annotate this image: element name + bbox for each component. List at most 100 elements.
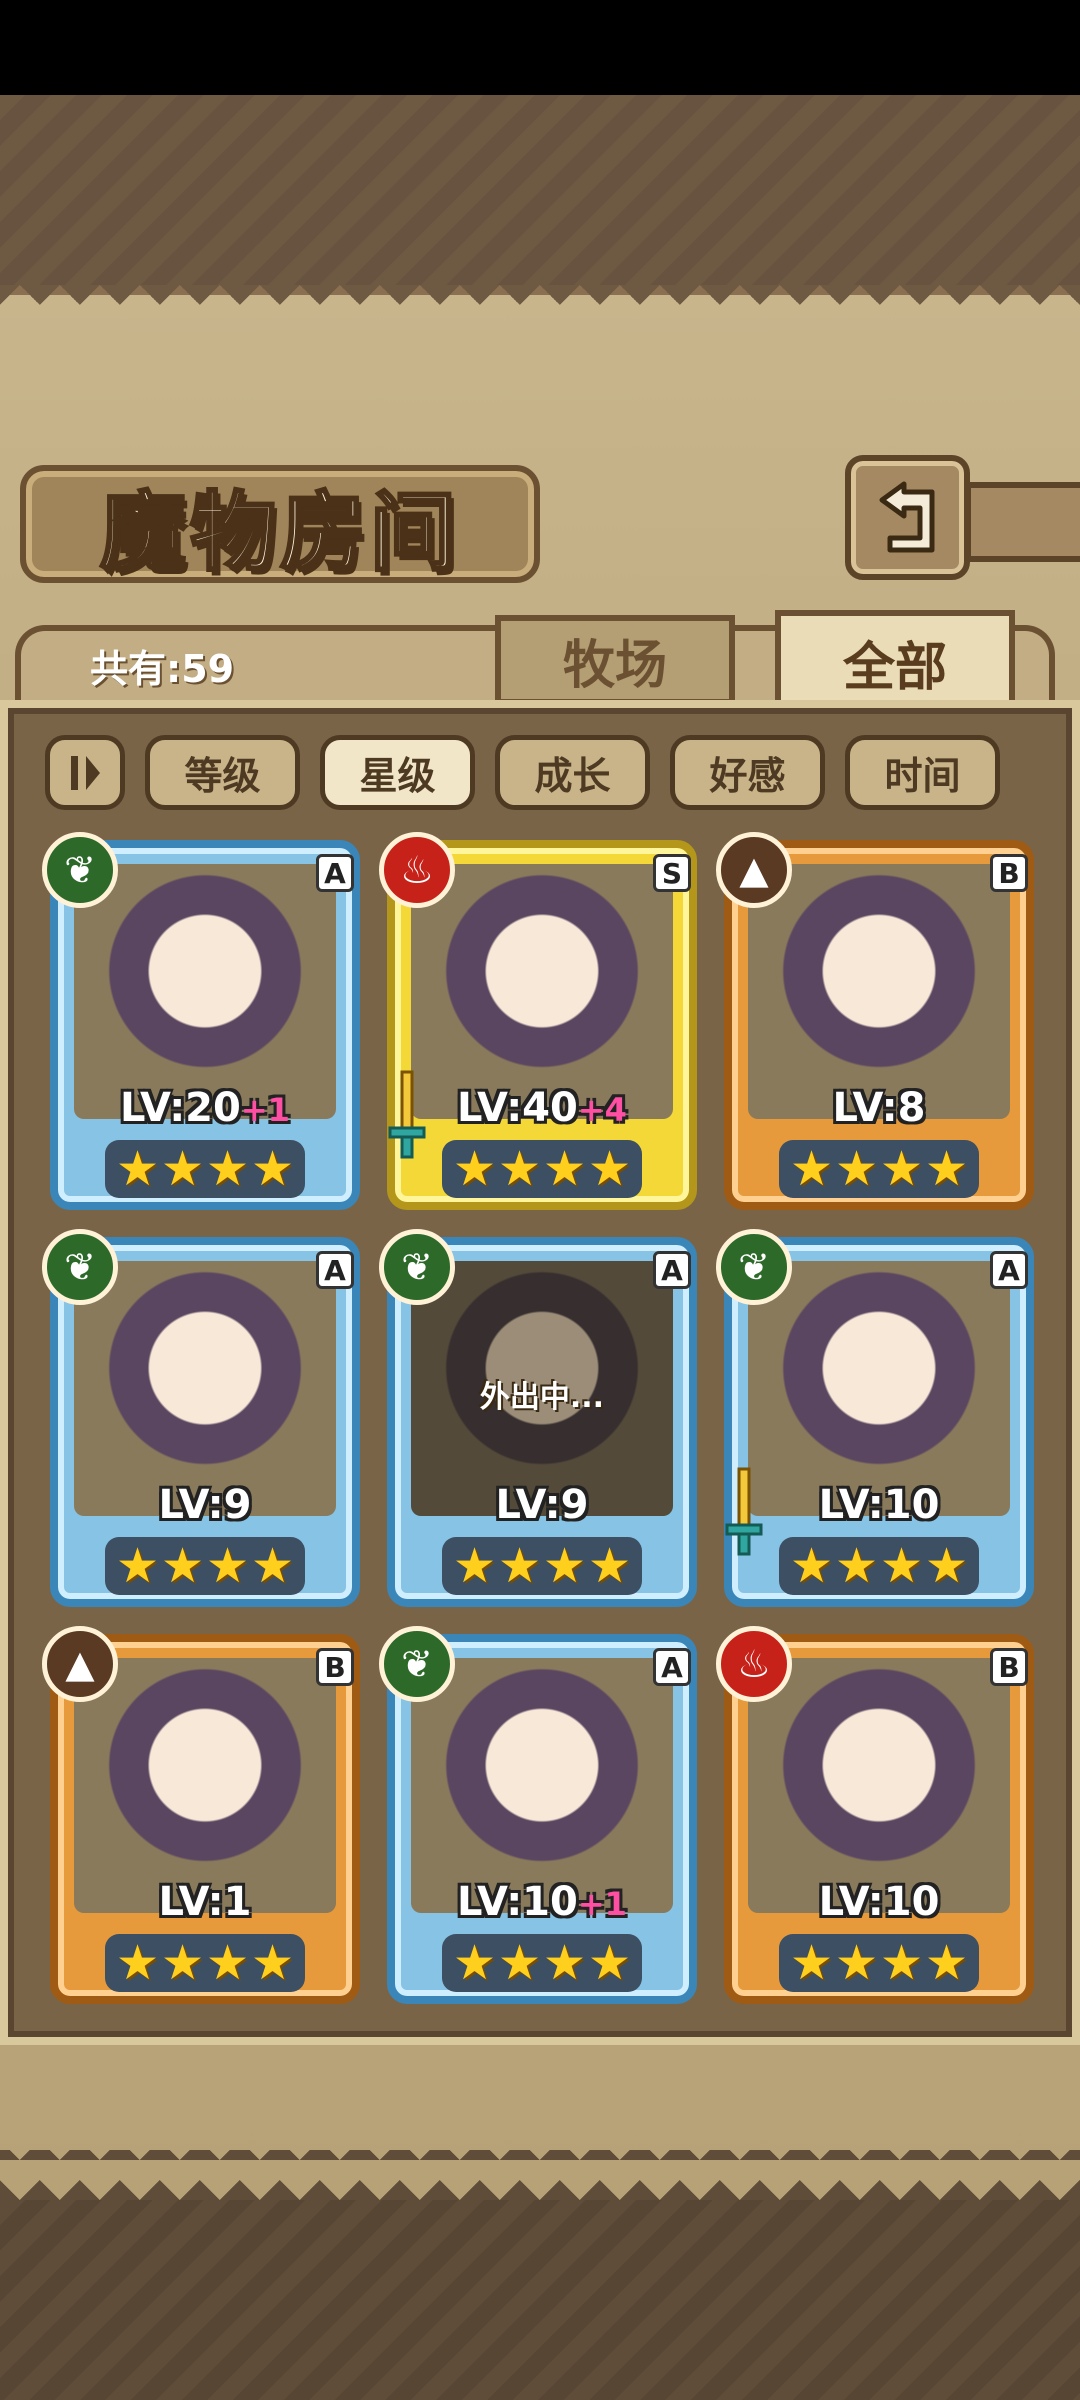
star-icon: ★ xyxy=(160,1538,204,1594)
monster-card[interactable]: ♨ B LV:10 ★ ★ ★ ★ xyxy=(716,1626,1034,2004)
rank-badge: B xyxy=(990,1648,1028,1686)
star-icon: ★ xyxy=(251,1141,295,1197)
star-icon: ★ xyxy=(115,1141,159,1197)
level-bonus: +1 xyxy=(577,1885,627,1923)
level-text: LV:40 xyxy=(457,1085,578,1131)
leaf-element-icon: ❦ xyxy=(42,832,118,908)
monster-portrait xyxy=(74,1658,336,1913)
level-text: LV:10 xyxy=(818,1482,940,1528)
star-icon: ★ xyxy=(789,1538,833,1594)
star-icon: ★ xyxy=(925,1538,969,1594)
monster-portrait xyxy=(411,1658,673,1913)
star-rating: ★ ★ ★ ★ xyxy=(779,1934,979,1992)
back-arrow-icon xyxy=(879,481,934,552)
level-label: LV:10 xyxy=(724,1879,1034,1925)
star-icon: ★ xyxy=(251,1935,295,1991)
star-icon: ★ xyxy=(452,1538,496,1594)
sort-button-2[interactable]: 星级 xyxy=(320,735,475,810)
level-bonus: +4 xyxy=(577,1091,627,1129)
rank-badge: B xyxy=(316,1648,354,1686)
monster-portrait xyxy=(74,1261,336,1516)
monster-card[interactable]: ▲ B LV:1 ★ ★ ★ ★ xyxy=(42,1626,360,2004)
rank-badge: A xyxy=(316,1251,354,1289)
level-label: LV:10+1 xyxy=(387,1879,697,1925)
star-icon: ★ xyxy=(588,1935,632,1991)
star-icon: ★ xyxy=(834,1538,878,1594)
level-label: LV:10 xyxy=(724,1482,1034,1528)
fire-element-icon: ♨ xyxy=(379,832,455,908)
level-text: LV:9 xyxy=(158,1482,252,1528)
star-icon: ★ xyxy=(880,1538,924,1594)
monster-card[interactable]: ❦ A 外出中... LV:9 ★ ★ ★ ★ xyxy=(379,1229,697,1607)
rank-badge: B xyxy=(990,854,1028,892)
star-rating: ★ ★ ★ ★ xyxy=(779,1537,979,1595)
star-icon: ★ xyxy=(115,1935,159,1991)
star-icon: ★ xyxy=(497,1935,541,1991)
sort-order-icon xyxy=(71,755,100,790)
star-rating: ★ ★ ★ ★ xyxy=(442,1537,642,1595)
level-text: LV:9 xyxy=(495,1482,589,1528)
tab-farm[interactable]: 牧场 xyxy=(495,615,735,705)
level-label: LV:1 xyxy=(50,1879,360,1925)
monster-card[interactable]: ▲ B LV:8 ★ ★ ★ ★ xyxy=(716,832,1034,1210)
star-icon: ★ xyxy=(789,1141,833,1197)
star-rating: ★ ★ ★ ★ xyxy=(105,1140,305,1198)
panel-zigzag-top xyxy=(0,285,1080,325)
rank-badge: A xyxy=(990,1251,1028,1289)
star-icon: ★ xyxy=(789,1935,833,1991)
star-icon: ★ xyxy=(543,1935,587,1991)
status-bar xyxy=(0,0,1080,95)
back-button-strip xyxy=(965,482,1080,562)
rank-badge: S xyxy=(653,854,691,892)
sort-button-5[interactable]: 时间 xyxy=(845,735,1000,810)
star-rating: ★ ★ ★ ★ xyxy=(779,1140,979,1198)
star-icon: ★ xyxy=(497,1141,541,1197)
monster-portrait xyxy=(411,864,673,1119)
level-bonus: +1 xyxy=(240,1091,290,1129)
leaf-element-icon: ❦ xyxy=(42,1229,118,1305)
monster-card[interactable]: ♨ S LV:40+4 ★ ★ ★ ★ xyxy=(379,832,697,1210)
rank-badge: A xyxy=(653,1648,691,1686)
sort-button-1[interactable]: 等级 xyxy=(145,735,300,810)
level-text: LV:8 xyxy=(832,1085,926,1131)
away-status: 外出中... xyxy=(479,1380,605,1415)
star-icon: ★ xyxy=(452,1935,496,1991)
star-rating: ★ ★ ★ ★ xyxy=(442,1934,642,1992)
leaf-element-icon: ❦ xyxy=(379,1626,455,1702)
star-icon: ★ xyxy=(880,1935,924,1991)
level-label: LV:20+1 xyxy=(50,1085,360,1131)
leaf-element-icon: ❦ xyxy=(716,1229,792,1305)
star-icon: ★ xyxy=(925,1935,969,1991)
monster-card[interactable]: ❦ A LV:20+1 ★ ★ ★ ★ xyxy=(42,832,360,1210)
level-label: LV:9 xyxy=(387,1482,697,1528)
star-icon: ★ xyxy=(206,1935,250,1991)
star-icon: ★ xyxy=(115,1538,159,1594)
level-label: LV:8 xyxy=(724,1085,1034,1131)
level-label: LV:40+4 xyxy=(387,1085,697,1131)
page-title: 魔物房间 xyxy=(99,480,460,584)
monster-portrait xyxy=(748,864,1010,1119)
monster-card[interactable]: ❦ A LV:10+1 ★ ★ ★ ★ xyxy=(379,1626,697,2004)
monster-card[interactable]: ❦ A LV:9 ★ ★ ★ ★ xyxy=(42,1229,360,1607)
sort-button-3[interactable]: 成长 xyxy=(495,735,650,810)
fire-element-icon: ♨ xyxy=(716,1626,792,1702)
sort-order-toggle[interactable] xyxy=(45,735,125,810)
star-icon: ★ xyxy=(880,1141,924,1197)
monster-card[interactable]: ❦ A LV:10 ★ ★ ★ ★ xyxy=(716,1229,1034,1607)
monster-count: 共有:59 xyxy=(90,647,235,691)
back-button[interactable] xyxy=(845,455,970,580)
level-text: LV:1 xyxy=(158,1879,252,1925)
level-text: LV:10 xyxy=(457,1879,578,1925)
level-text: LV:20 xyxy=(120,1085,241,1131)
star-rating: ★ ★ ★ ★ xyxy=(105,1537,305,1595)
level-label: LV:9 xyxy=(50,1482,360,1528)
sort-button-4[interactable]: 好感 xyxy=(670,735,825,810)
star-icon: ★ xyxy=(497,1538,541,1594)
star-icon: ★ xyxy=(160,1935,204,1991)
star-icon: ★ xyxy=(251,1538,295,1594)
panel-zigzag-bottom xyxy=(0,2150,1080,2200)
earth-element-icon: ▲ xyxy=(42,1626,118,1702)
rank-badge: A xyxy=(653,1251,691,1289)
sort-bar: 等级 星级 成长 好感 时间 xyxy=(45,735,1045,810)
map-background-bottom xyxy=(0,2200,1080,2400)
